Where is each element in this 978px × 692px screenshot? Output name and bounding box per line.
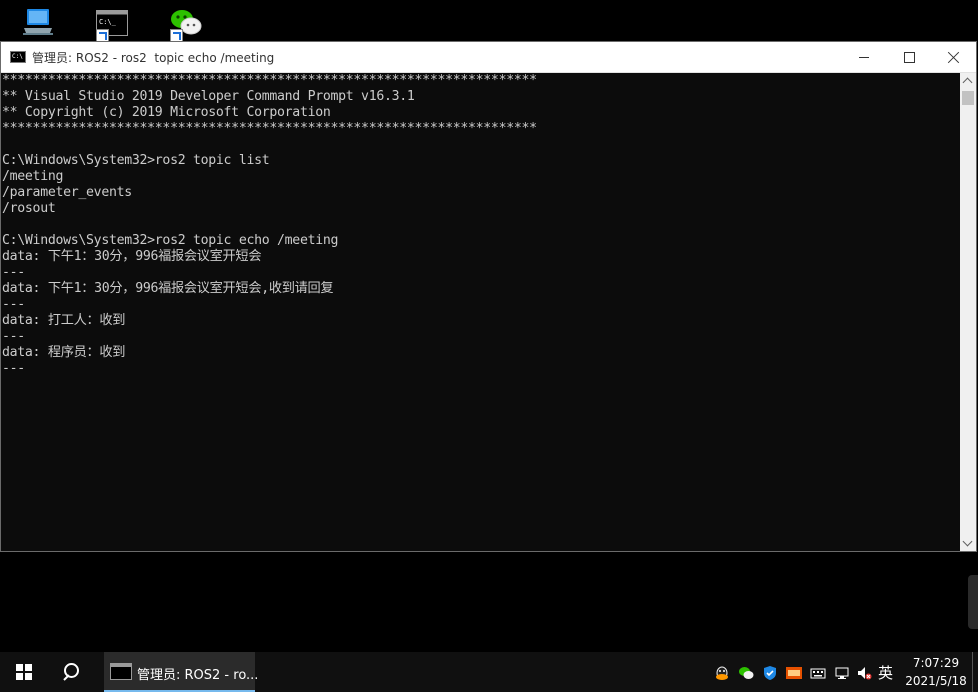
taskbar: 管理员: ROS2 - ro... 英 7:07:29 2021/5/18 (0, 652, 978, 692)
start-button[interactable] (0, 652, 48, 692)
windows-logo-icon (16, 664, 32, 680)
svg-text:C:\_: C:\_ (99, 18, 117, 26)
console-line: data: 程序员：收到 (2, 345, 126, 360)
scroll-down-icon[interactable] (960, 535, 976, 551)
console-line: C:\Windows\System32>ros2 topic echo /mee… (2, 233, 339, 248)
close-button[interactable] (931, 42, 977, 72)
search-button[interactable] (48, 652, 96, 692)
console-line: C:\Windows\System32>ros2 topic list (2, 153, 270, 168)
scroll-thumb[interactable] (962, 91, 974, 105)
console-line: data: 下午1：30分，996福报会议室开短会 (2, 249, 262, 264)
ime-indicator[interactable]: 英 (878, 662, 893, 683)
console-line: --- (2, 297, 25, 312)
cmd-icon: C:\ (10, 51, 26, 63)
wechat-desktop-shortcut[interactable] (168, 6, 204, 42)
cmd-desktop-shortcut[interactable]: C:\_ (94, 6, 130, 42)
maximize-button[interactable] (886, 42, 932, 72)
side-gadget[interactable] (968, 575, 978, 629)
cmd-icon (110, 663, 132, 680)
taskbar-item-console[interactable]: 管理员: ROS2 - ro... (104, 652, 259, 692)
window-title: 管理员: ROS2 - ros2 topic echo /meeting (32, 51, 275, 65)
console-line: ** Copyright (c) 2019 Microsoft Corporat… (2, 105, 331, 120)
clock-time[interactable]: 7:07:29 (905, 656, 967, 670)
taskbar-item-label: 管理员: ROS2 - ro... (137, 668, 259, 683)
scroll-up-icon[interactable] (960, 73, 976, 89)
console-line: ****************************************… (2, 121, 537, 136)
console-line: --- (2, 361, 25, 376)
maximize-icon (903, 51, 915, 63)
console-line: /parameter_events (2, 185, 132, 200)
app-badge-icon[interactable] (786, 665, 802, 681)
console-line: --- (2, 265, 25, 280)
this-pc-desktop-icon[interactable] (20, 6, 56, 40)
close-icon (948, 51, 960, 63)
show-desktop-button[interactable] (972, 652, 973, 692)
console-window: C:\ 管理员: ROS2 - ros2 topic echo /meeting… (0, 41, 977, 552)
vertical-scrollbar[interactable] (960, 73, 976, 551)
window-titlebar[interactable]: C:\ 管理员: ROS2 - ros2 topic echo /meeting (1, 42, 976, 73)
console-line: --- (2, 329, 25, 344)
clock-date[interactable]: 2021/5/18 (905, 674, 967, 688)
security-shield-icon[interactable] (762, 665, 778, 681)
minimize-icon (859, 56, 869, 58)
console-line: ****************************************… (2, 73, 537, 88)
minimize-button[interactable] (841, 42, 887, 72)
volume-muted-icon[interactable] (856, 665, 872, 681)
computer-icon (23, 9, 53, 35)
keyboard-icon[interactable] (810, 665, 826, 681)
console-line: ** Visual Studio 2019 Developer Command … (2, 89, 415, 104)
console-line: data: 打工人：收到 (2, 313, 126, 328)
network-icon[interactable] (834, 665, 850, 681)
wechat-tray-icon[interactable] (738, 665, 754, 681)
console-line: data: 下午1：30分，996福报会议室开短会,收到请回复 (2, 281, 334, 296)
console-line: /meeting (2, 169, 64, 184)
console-line: /rosout (2, 201, 56, 216)
qq-icon[interactable] (714, 665, 730, 681)
console-output[interactable]: ****************************************… (1, 73, 961, 551)
